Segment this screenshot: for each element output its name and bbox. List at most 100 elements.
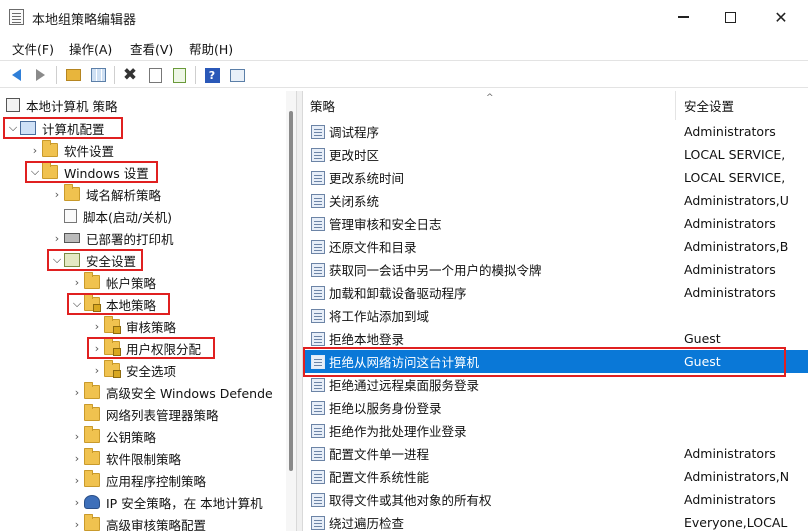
export-list-button[interactable]	[170, 66, 188, 84]
chevron-right-icon[interactable]: ›	[50, 227, 64, 249]
table-row[interactable]: 更改时区 LOCAL SERVICE,	[303, 143, 808, 166]
show-hide-tree-button[interactable]	[89, 66, 107, 84]
table-row[interactable]: 还原文件和目录 Administrators,B	[303, 235, 808, 258]
chevron-right-icon[interactable]: ›	[90, 359, 104, 381]
security-setting-value: Everyone,LOCAL	[684, 515, 788, 530]
table-row[interactable]: 拒绝以服务身份登录	[303, 396, 808, 419]
policy-setting-icon	[311, 492, 325, 507]
tree-node[interactable]: › 审核策略	[90, 315, 176, 337]
back-button[interactable]	[7, 66, 25, 84]
security-setting-value: LOCAL SERVICE,	[684, 170, 786, 185]
policy-name: 获取同一会话中另一个用户的模拟令牌	[329, 263, 542, 278]
tree-node[interactable]: › 已部署的打印机	[50, 227, 174, 249]
minimize-button[interactable]	[656, 0, 710, 34]
tree-node-label: 域名解析策略	[86, 187, 162, 203]
annotation-highlight-box	[3, 117, 123, 139]
up-one-level-button[interactable]	[64, 66, 82, 84]
chevron-right-icon[interactable]: ›	[50, 183, 64, 205]
tree-node[interactable]: › 帐户策略	[70, 271, 156, 293]
window-title: 本地组策略编辑器	[32, 13, 137, 28]
table-row[interactable]: 取得文件或其他对象的所有权 Administrators	[303, 488, 808, 511]
table-row[interactable]: 配置文件系统性能 Administrators,N	[303, 465, 808, 488]
tree-scrollbar-thumb[interactable]	[289, 111, 293, 471]
table-row[interactable]: 拒绝作为批处理作业登录	[303, 419, 808, 442]
table-row[interactable]: 将工作站添加到域	[303, 304, 808, 327]
chevron-right-icon[interactable]: ›	[70, 447, 84, 469]
policy-list: 策略 ^ 安全设置 调试程序 Administrators 更改时区 LOCAL SE…	[303, 91, 808, 531]
table-row[interactable]: 加载和卸载设备驱动程序 Administrators	[303, 281, 808, 304]
folder-lock-icon	[104, 360, 121, 378]
annotation-highlight-box	[47, 249, 143, 271]
chevron-right-icon[interactable]: ›	[70, 491, 84, 513]
tree-node[interactable]: › 高级审核策略配置	[70, 513, 206, 531]
policy-setting-icon	[311, 285, 325, 300]
menu-view[interactable]: 查看(V)	[130, 39, 173, 58]
table-row[interactable]: 调试程序 Administrators	[303, 120, 808, 143]
tree-node[interactable]: 网络列表管理器策略	[70, 403, 219, 425]
security-setting-value: Administrators,N	[684, 469, 790, 484]
close-button[interactable]: ✕	[754, 0, 808, 34]
help-button[interactable]: ?	[203, 66, 221, 84]
policy-setting-icon	[311, 147, 325, 162]
folder-icon	[84, 448, 100, 465]
selected-row-highlight	[303, 347, 786, 377]
chevron-right-icon[interactable]: ›	[90, 315, 104, 337]
tree-node[interactable]: › 高级安全 Windows Defende	[70, 381, 273, 403]
tree-node[interactable]: › 公钥策略	[70, 425, 156, 447]
chevron-right-icon[interactable]: ›	[70, 271, 84, 293]
policy-setting-icon	[311, 400, 325, 415]
tree-node[interactable]: › 应用程序控制策略	[70, 469, 206, 491]
tree-node[interactable]: › 软件设置	[28, 139, 114, 161]
folder-icon	[64, 184, 80, 201]
tree-node[interactable]: › 软件限制策略	[70, 447, 181, 469]
view-pane-button[interactable]	[228, 66, 246, 84]
annotation-highlight-box	[25, 161, 158, 183]
delete-button[interactable]: ✖	[121, 66, 139, 84]
tree-node-label: 审核策略	[126, 319, 177, 335]
menu-file[interactable]: 文件(F)	[12, 39, 54, 58]
security-setting-value: Administrators,U	[684, 193, 789, 208]
sort-ascending-icon: ^	[486, 93, 494, 103]
view-pane-icon	[229, 68, 245, 82]
menu-help[interactable]: 帮助(H)	[189, 39, 233, 58]
tree-root[interactable]: 本地计算机 策略	[6, 94, 117, 116]
tree-node[interactable]: › 安全选项	[90, 359, 176, 381]
maximize-button[interactable]	[703, 0, 757, 34]
table-row[interactable]: 获取同一会话中另一个用户的模拟令牌 Administrators	[303, 258, 808, 281]
menu-bar: 文件(F) 操作(A) 查看(V) 帮助(H)	[0, 36, 808, 58]
policy-name: 取得文件或其他对象的所有权	[329, 493, 492, 508]
chevron-right-icon[interactable]: ›	[70, 469, 84, 491]
minimize-icon	[677, 16, 689, 18]
policy-setting-icon	[311, 262, 325, 277]
properties-button[interactable]	[146, 66, 164, 84]
pane-splitter[interactable]	[296, 91, 303, 531]
column-header-setting-label: 安全设置	[684, 99, 735, 114]
policy-setting-icon	[311, 170, 325, 185]
chevron-right-icon[interactable]: ›	[28, 139, 42, 161]
table-row[interactable]: 绕过遍历检查 Everyone,LOCAL	[303, 511, 808, 531]
table-row[interactable]: 配置文件单一进程 Administrators	[303, 442, 808, 465]
chevron-right-icon[interactable]: ›	[70, 425, 84, 447]
tree-node[interactable]: › 域名解析策略	[50, 183, 161, 205]
tree-node-label: 网络列表管理器策略	[106, 407, 219, 423]
tree-scrollbar[interactable]	[286, 91, 296, 531]
printer-icon	[64, 233, 80, 243]
folder-icon	[84, 470, 100, 487]
column-header-security-setting[interactable]: 安全设置	[677, 91, 808, 120]
table-row[interactable]: 管理审核和安全日志 Administrators	[303, 212, 808, 235]
up-folder-icon	[65, 69, 81, 81]
menu-action[interactable]: 操作(A)	[69, 39, 112, 58]
chevron-right-icon[interactable]: ›	[70, 513, 84, 531]
tree-node[interactable]: 脚本(启动/关机)	[50, 205, 172, 227]
policy-name: 配置文件系统性能	[329, 470, 430, 485]
tree-node[interactable]: › IP 安全策略，在 本地计算机	[70, 491, 263, 513]
security-setting-value: Administrators	[684, 446, 776, 461]
export-list-icon	[172, 67, 186, 83]
forward-button[interactable]	[31, 66, 49, 84]
tree-node-label: 已部署的打印机	[86, 231, 174, 247]
table-row[interactable]: 更改系统时间 LOCAL SERVICE,	[303, 166, 808, 189]
table-row[interactable]: 关闭系统 Administrators,U	[303, 189, 808, 212]
tree-node-label: 高级安全 Windows Defende	[106, 385, 273, 401]
chevron-right-icon[interactable]: ›	[70, 381, 84, 403]
